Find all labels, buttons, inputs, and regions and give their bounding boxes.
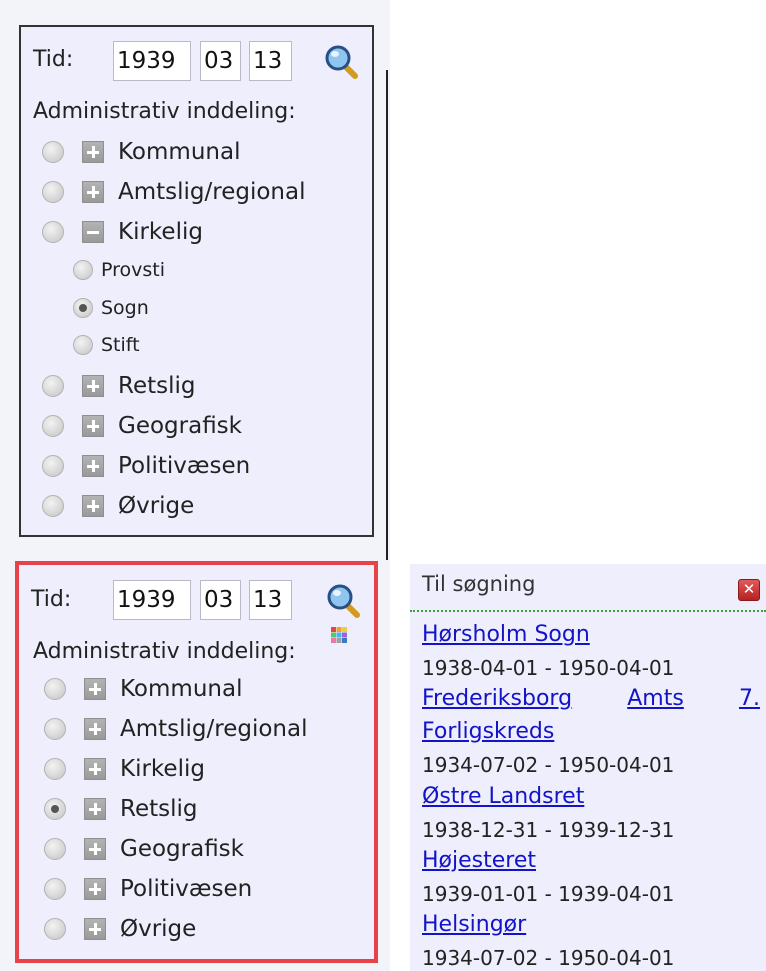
option-label: Retslig <box>120 796 198 822</box>
day-input[interactable]: 13 <box>249 580 292 620</box>
month-input[interactable]: 03 <box>200 580 241 620</box>
result-dates: 1934-07-02 - 1950-04-01 <box>422 946 675 970</box>
year-input[interactable]: 1939 <box>113 41 191 81</box>
option-sogn[interactable]: Sogn <box>73 291 149 325</box>
month-input[interactable]: 03 <box>200 41 241 81</box>
radio-button[interactable] <box>44 918 66 940</box>
option-label: Geografisk <box>118 413 242 439</box>
search-panel-title: Til søgning <box>422 572 536 596</box>
radio-button[interactable] <box>42 181 64 203</box>
option-label: Sogn <box>101 297 149 319</box>
expand-plus-icon[interactable] <box>84 718 106 740</box>
expand-plus-icon[interactable] <box>84 918 106 940</box>
expand-plus-icon[interactable] <box>84 678 106 700</box>
result-dates: 1938-12-31 - 1939-12-31 <box>422 818 675 842</box>
radio-button[interactable] <box>44 758 66 780</box>
column-divider <box>386 70 388 560</box>
expand-plus-icon[interactable] <box>84 838 106 860</box>
option-politivaesen[interactable]: Politivæsen <box>44 872 252 906</box>
option-retslig[interactable]: Retslig <box>42 369 195 403</box>
option-label: Kirkelig <box>120 756 205 782</box>
result-link-word[interactable]: Frederiksborg <box>422 686 572 711</box>
option-label: Retslig <box>118 373 196 399</box>
expand-plus-icon[interactable] <box>82 455 104 477</box>
option-stift[interactable]: Stift <box>73 328 140 362</box>
option-label: Politivæsen <box>120 876 253 902</box>
expand-plus-icon[interactable] <box>84 798 106 820</box>
option-label: Øvrige <box>118 493 195 519</box>
expand-plus-icon[interactable] <box>82 141 104 163</box>
time-label: Tid: <box>33 47 74 72</box>
expand-plus-icon[interactable] <box>84 758 106 780</box>
option-retslig[interactable]: Retslig <box>44 792 197 826</box>
expand-plus-icon[interactable] <box>82 415 104 437</box>
option-label: Amtslig/regional <box>118 179 306 205</box>
result-link[interactable]: Forligskreds <box>422 719 554 744</box>
option-label: Øvrige <box>120 916 197 942</box>
option-kommunal[interactable]: Kommunal <box>42 135 240 169</box>
collapse-minus-icon[interactable] <box>82 221 104 243</box>
result-link[interactable]: Hørsholm Sogn <box>422 622 590 647</box>
option-label: Stift <box>101 334 140 356</box>
color-grid-icon[interactable] <box>331 627 347 643</box>
option-label: Politivæsen <box>118 453 251 479</box>
result-link[interactable]: Østre Landsret <box>422 784 584 809</box>
radio-button[interactable] <box>42 415 64 437</box>
radio-button[interactable] <box>73 260 93 280</box>
year-input[interactable]: 1939 <box>113 580 191 620</box>
radio-button[interactable] <box>42 221 64 243</box>
option-label: Kommunal <box>118 139 241 165</box>
option-amtslig-regional[interactable]: Amtslig/regional <box>44 712 308 746</box>
expand-plus-icon[interactable] <box>82 375 104 397</box>
magnifier-search-icon[interactable] <box>324 44 358 80</box>
radio-button-selected[interactable] <box>44 798 66 820</box>
time-label: Tid: <box>31 587 72 612</box>
radio-button[interactable] <box>44 718 66 740</box>
radio-button[interactable] <box>44 878 66 900</box>
radio-button[interactable] <box>42 455 64 477</box>
radio-button[interactable] <box>42 495 64 517</box>
result-dates: 1938-04-01 - 1950-04-01 <box>422 656 675 680</box>
result-link[interactable]: Frederiksborg Amts 7. <box>422 686 760 711</box>
option-label: Kirkelig <box>118 219 203 245</box>
result-dates: 1934-07-02 - 1950-04-01 <box>422 753 675 777</box>
option-kirkelig[interactable]: Kirkelig <box>42 215 203 249</box>
option-ovrige[interactable]: Øvrige <box>44 912 196 946</box>
option-geografisk[interactable]: Geografisk <box>42 409 242 443</box>
result-link[interactable]: Helsingør <box>422 912 526 937</box>
result-link-word[interactable]: Amts <box>627 686 684 711</box>
option-geografisk[interactable]: Geografisk <box>44 832 244 866</box>
option-label: Provsti <box>101 259 166 281</box>
option-ovrige[interactable]: Øvrige <box>42 489 194 523</box>
admin-division-label: Administrativ inddeling: <box>33 99 296 124</box>
option-kirkelig[interactable]: Kirkelig <box>44 752 205 786</box>
expand-plus-icon[interactable] <box>82 181 104 203</box>
option-politivaesen[interactable]: Politivæsen <box>42 449 250 483</box>
radio-button[interactable] <box>42 141 64 163</box>
admin-division-label: Administrativ inddeling: <box>33 639 296 664</box>
option-label: Amtslig/regional <box>120 716 308 742</box>
option-kommunal[interactable]: Kommunal <box>44 672 242 706</box>
expand-plus-icon[interactable] <box>84 878 106 900</box>
search-results-panel: Til søgning ✕ Hørsholm Sogn 1938-04-01 -… <box>410 564 766 971</box>
option-label: Kommunal <box>120 676 243 702</box>
result-link-word[interactable]: 7. <box>739 686 760 711</box>
time-filter-panel-bottom: Tid: 1939 03 13 Administrativ inddeling:… <box>15 561 378 963</box>
close-icon[interactable]: ✕ <box>738 579 760 601</box>
radio-button[interactable] <box>42 375 64 397</box>
separator <box>410 610 766 612</box>
magnifier-search-icon[interactable] <box>326 583 360 619</box>
result-link[interactable]: Højesteret <box>422 848 536 873</box>
time-filter-panel-top: Tid: 1939 03 13 Administrativ inddeling:… <box>19 25 374 537</box>
option-label: Geografisk <box>120 836 244 862</box>
radio-button-selected[interactable] <box>73 298 93 318</box>
radio-button[interactable] <box>73 335 93 355</box>
radio-button[interactable] <box>44 838 66 860</box>
result-dates: 1939-01-01 - 1939-04-01 <box>422 882 675 906</box>
expand-plus-icon[interactable] <box>82 495 104 517</box>
option-amtslig-regional[interactable]: Amtslig/regional <box>42 175 306 209</box>
option-provsti[interactable]: Provsti <box>73 253 165 287</box>
radio-button[interactable] <box>44 678 66 700</box>
day-input[interactable]: 13 <box>249 41 292 81</box>
